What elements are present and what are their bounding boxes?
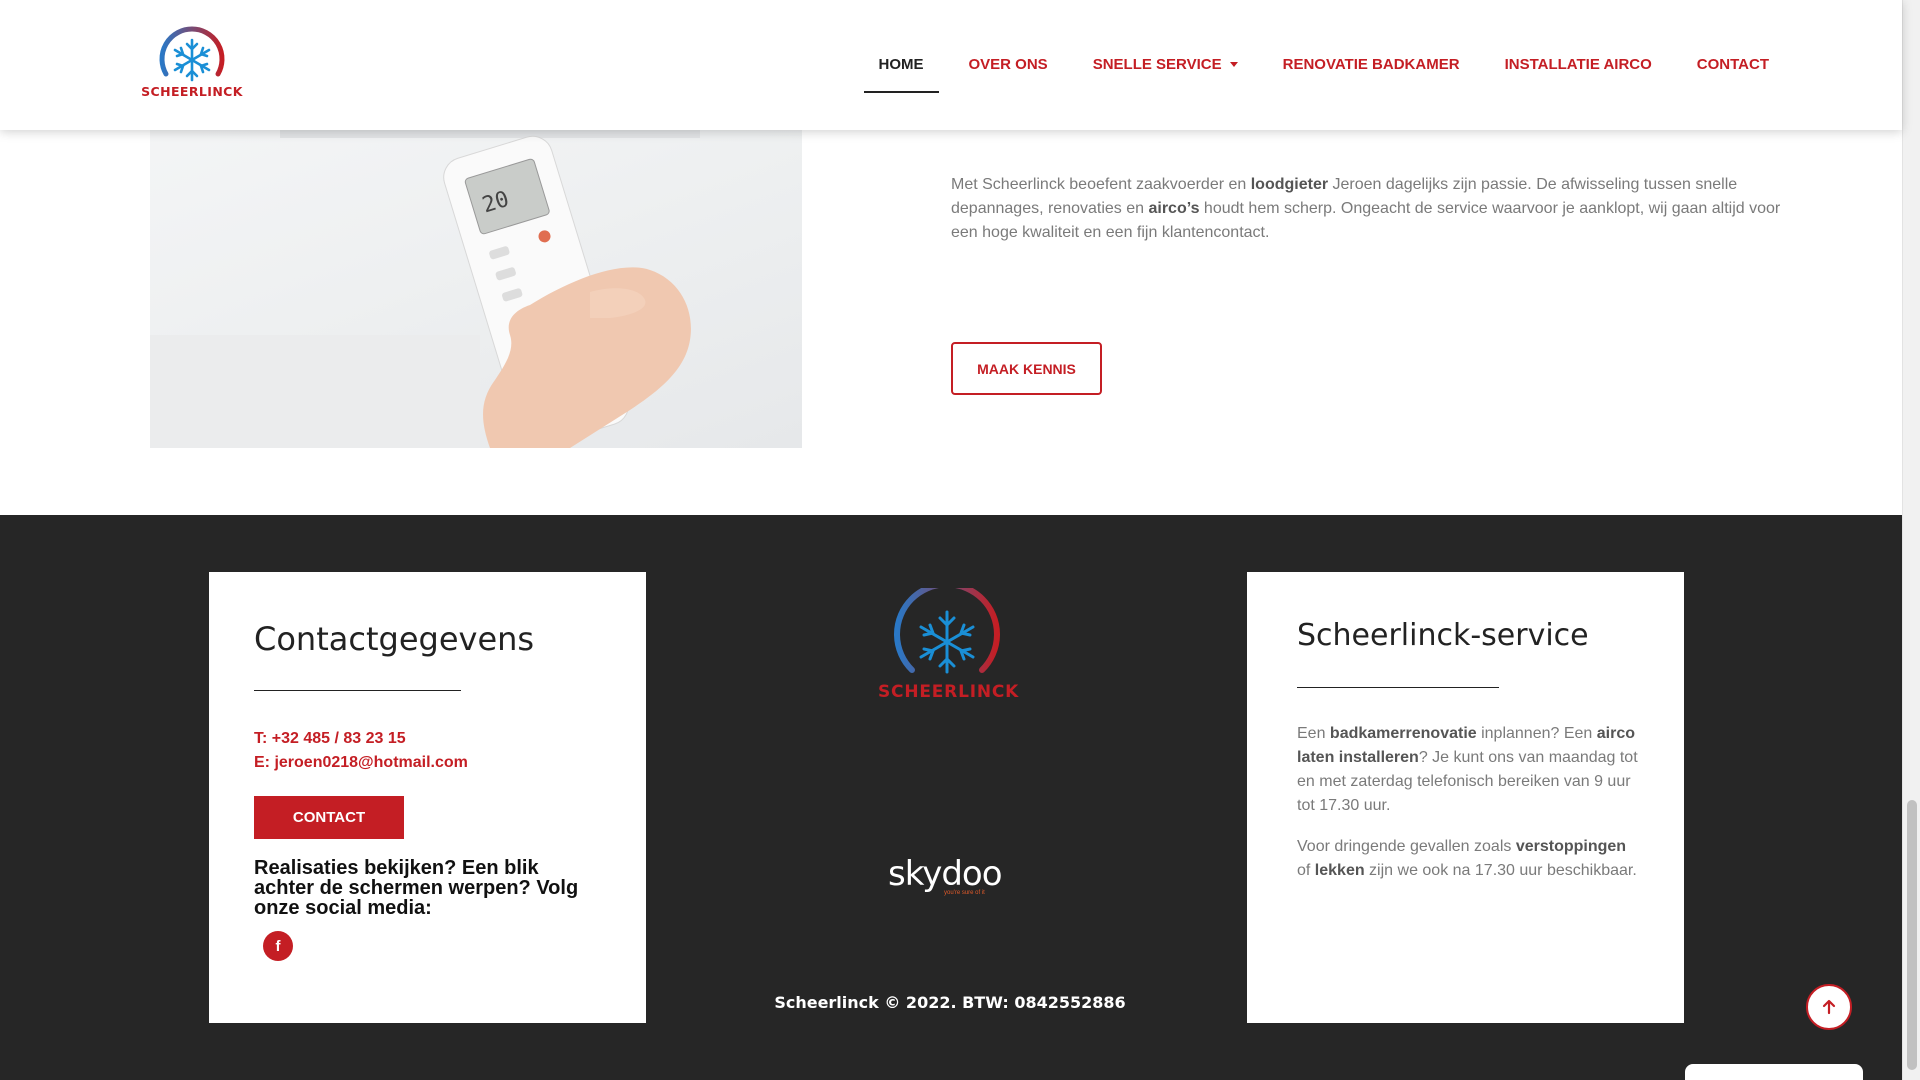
nav-home[interactable]: HOME (863, 52, 939, 93)
facebook-icon[interactable]: f (263, 931, 293, 961)
service-text: zijn we ook na 17.30 uur beschikbaar. (1364, 862, 1637, 879)
service-text: Een (1297, 725, 1330, 742)
intro-paragraph: Met Scheerlinck beoefent zaakvoerder en … (951, 173, 1786, 245)
service-paragraph-2: Voor dringende gevallen zoals verstoppin… (1297, 835, 1642, 883)
service-text: of (1297, 862, 1315, 879)
phone-link[interactable]: T: +32 485 / 83 23 15 (254, 730, 406, 748)
skydoo-wordmark: skydoo (888, 854, 1003, 894)
service-text: Voor dringende gevallen zoals (1297, 838, 1516, 855)
copyright-text: Scheerlinck © 2022. BTW: 0842552886 (774, 993, 1126, 1012)
nav-over-ons[interactable]: OVER ONS (954, 52, 1063, 93)
arrow-up-icon (1822, 999, 1836, 1015)
scroll-to-top-button[interactable] (1806, 984, 1852, 1030)
intro-bold-airco: airco’s (1148, 200, 1200, 217)
service-paragraph-1: Een badkamerrenovatie inplannen? Een air… (1297, 722, 1642, 818)
nav-snelle-service[interactable]: SNELLE SERVICE (1078, 52, 1253, 93)
service-card-divider (1297, 687, 1499, 688)
maak-kennis-button[interactable]: MAAK KENNIS (951, 342, 1102, 395)
service-card: Scheerlinck-service Een badkamerrenovati… (1247, 572, 1684, 1023)
page-scrollbar[interactable] (1902, 0, 1920, 1080)
service-text: inplannen? Een (1476, 725, 1597, 742)
contact-card-divider (254, 690, 461, 691)
nav-contact[interactable]: CONTACT (1682, 52, 1784, 93)
site-header: SCHEERLINCK HOME OVER ONS SNELLE SERVICE… (0, 0, 1902, 130)
service-bold: lekken (1314, 862, 1365, 879)
airco-remote-photo: 20 (150, 110, 700, 448)
contact-card-title: Contactgegevens (254, 620, 535, 658)
intro-bold-loodgieter: loodgieter (1250, 176, 1329, 193)
contact-card: Contactgegevens T: +32 485 / 83 23 15 E:… (209, 572, 646, 1023)
social-media-text: Realisaties bekijken? Een blik achter de… (254, 857, 579, 919)
footer-logo-text: SCHEERLINCK (878, 682, 1020, 702)
nav-snelle-service-label: SNELLE SERVICE (1092, 56, 1222, 73)
caret-down-icon (1229, 61, 1238, 67)
service-card-title: Scheerlinck-service (1297, 618, 1589, 653)
skydoo-logo[interactable]: skydoo you're sure of it (888, 857, 1004, 901)
service-bold: badkamerrenovatie (1329, 725, 1477, 742)
footer-logo: SCHEERLINCK (878, 581, 1020, 708)
nav-renovatie-badkamer[interactable]: RENOVATIE BADKAMER (1268, 52, 1475, 93)
header-logo[interactable]: SCHEERLINCK (140, 18, 244, 104)
email-link[interactable]: E: jeroen0218@hotmail.com (254, 754, 468, 772)
chat-widget-tab[interactable] (1685, 1064, 1863, 1080)
snowflake-logo-icon (894, 581, 1000, 674)
scrollbar-thumb[interactable] (1907, 800, 1917, 1070)
hero-image: 20 (150, 110, 802, 448)
contact-button[interactable]: CONTACT (254, 796, 404, 839)
main-nav: HOME OVER ONS SNELLE SERVICE RENOVATIE B… (849, 52, 1785, 93)
intro-text-1: Met Scheerlinck beoefent zaakvoerder en (951, 176, 1251, 193)
skydoo-tagline: you're sure of it (944, 890, 985, 896)
snowflake-logo-icon (159, 26, 225, 82)
logo-text: SCHEERLINCK (141, 84, 243, 99)
nav-installatie-airco[interactable]: INSTALLATIE AIRCO (1490, 52, 1667, 93)
service-bold: verstoppingen (1515, 838, 1627, 855)
